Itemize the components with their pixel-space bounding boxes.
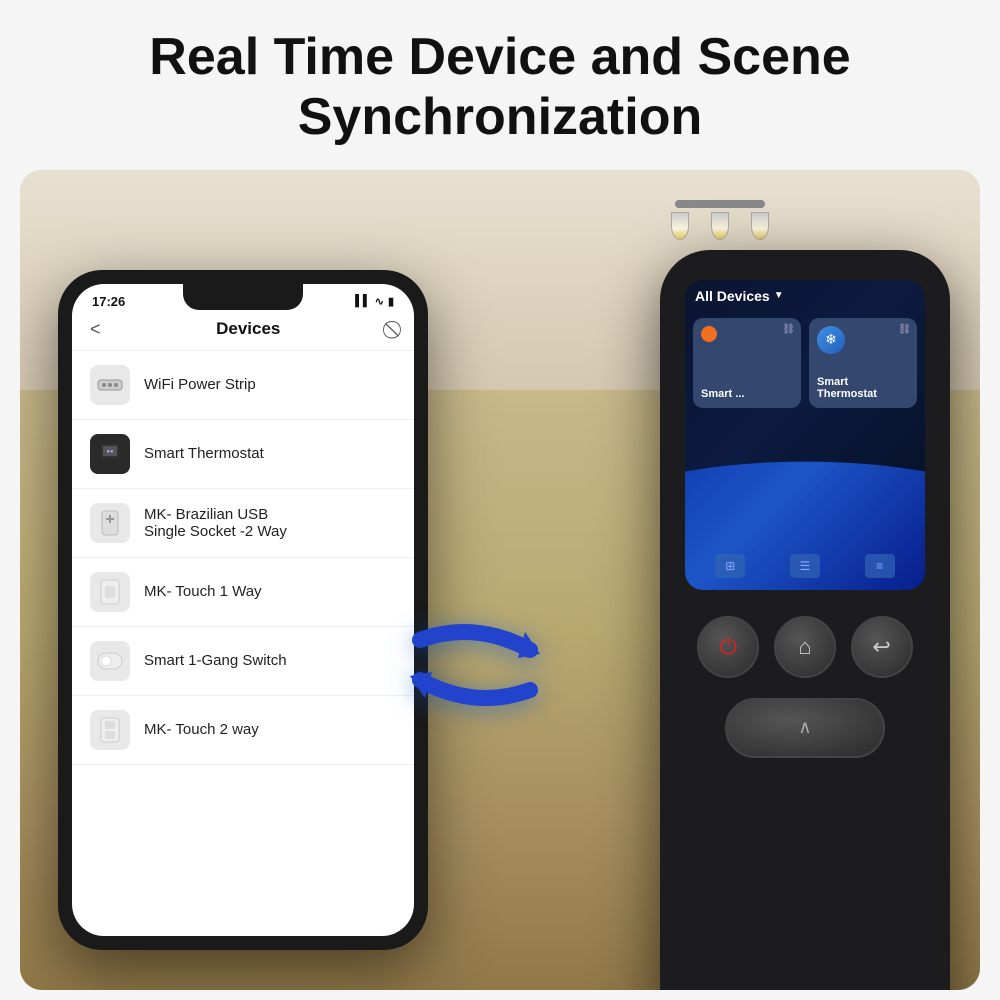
link-icon-2: ⛓ [898,324,911,335]
remote-top-bar: All Devices ▼ [685,280,925,312]
scene-container: 17:26 ▌▌ ∿ ▮ < Devices ⃠ WiFi [20,170,980,990]
remote-device-cards: ⛓ Smart ... ⛓ ❄ Smart Thermostat [693,318,917,408]
device-icon-touch1 [90,572,130,612]
phone-notch [183,284,303,310]
remote-hardware-buttons: ⏻ ⌂ ↩ [690,616,920,678]
home-button[interactable]: ⌂ [774,616,836,678]
remote-card-1[interactable]: ⛓ Smart ... [693,318,801,408]
list-item[interactable]: WiFi Power Strip [72,351,414,420]
device-icon-socket [90,503,130,543]
phone-nav-bar: < Devices ⃠ [72,313,414,351]
wifi-icon: ∿ [375,295,384,308]
menu-icon[interactable]: ≡ [865,554,895,578]
device-name-touch2: MK- Touch 2 way [144,721,259,738]
back-button[interactable]: < [90,319,101,340]
sync-arrows [400,610,550,740]
power-button[interactable]: ⏻ [697,616,759,678]
device-dot-1 [701,326,717,342]
link-icon-1: ⛓ [782,324,795,335]
device-name-touch1: MK- Touch 1 Way [144,583,262,600]
dpad-up-icon: ∧ [798,717,811,738]
nav-title: Devices [216,319,280,339]
page-title: Real Time Device and Scene Synchronizati… [80,28,920,148]
phone-screen: 17:26 ▌▌ ∿ ▮ < Devices ⃠ WiFi [72,284,414,936]
remote-screen-bottom-nav: ⊞ ☰ ≡ [693,554,917,578]
remote-screen: All Devices ▼ ⛓ Smart ... ⛓ ❄ Smart Ther… [685,280,925,590]
back-button-remote[interactable]: ↩ [851,616,913,678]
list-item[interactable]: MK- Touch 2 way [72,696,414,765]
device-card-label-1: Smart ... [701,388,744,400]
device-name-switch: Smart 1-Gang Switch [144,652,287,669]
battery-icon: ▮ [388,295,394,308]
remote-device: All Devices ▼ ⛓ Smart ... ⛓ ❄ Smart Ther… [660,250,950,990]
device-icon-thermostat: ●● [90,434,130,474]
list-item[interactable]: ●● Smart Thermostat [72,420,414,489]
list-icon[interactable]: ☰ [790,554,820,578]
remote-card-2[interactable]: ⛓ ❄ Smart Thermostat [809,318,917,408]
device-card-label-2: Smart Thermostat [817,376,909,400]
status-icons: ▌▌ ∿ ▮ [355,295,394,308]
device-name-socket: MK- Brazilian USBSingle Socket -2 Way [144,506,287,540]
device-icon-wifi-strip [90,365,130,405]
dpad-up[interactable]: ∧ [725,698,885,758]
thermostat-icon: ❄ [817,326,845,354]
dropdown-icon[interactable]: ▼ [774,290,784,301]
device-icon-switch [90,641,130,681]
status-time: 17:26 [92,294,125,309]
device-icon-touch2 [90,710,130,750]
device-name: WiFi Power Strip [144,376,256,393]
list-item[interactable]: MK- Brazilian USBSingle Socket -2 Way [72,489,414,558]
list-item[interactable]: Smart 1-Gang Switch [72,627,414,696]
page-header: Real Time Device and Scene Synchronizati… [0,0,1000,170]
device-list: WiFi Power Strip ●● Smart Thermostat MK-… [72,351,414,765]
phone-device: 17:26 ▌▌ ∿ ▮ < Devices ⃠ WiFi [58,270,428,950]
device-name-thermostat: Smart Thermostat [144,445,264,462]
all-devices-label: All Devices [695,288,770,304]
svg-text:●●: ●● [106,449,114,455]
grid-icon[interactable]: ⊞ [715,554,745,578]
list-item[interactable]: MK- Touch 1 Way [72,558,414,627]
signal-icon: ▌▌ [355,295,371,307]
